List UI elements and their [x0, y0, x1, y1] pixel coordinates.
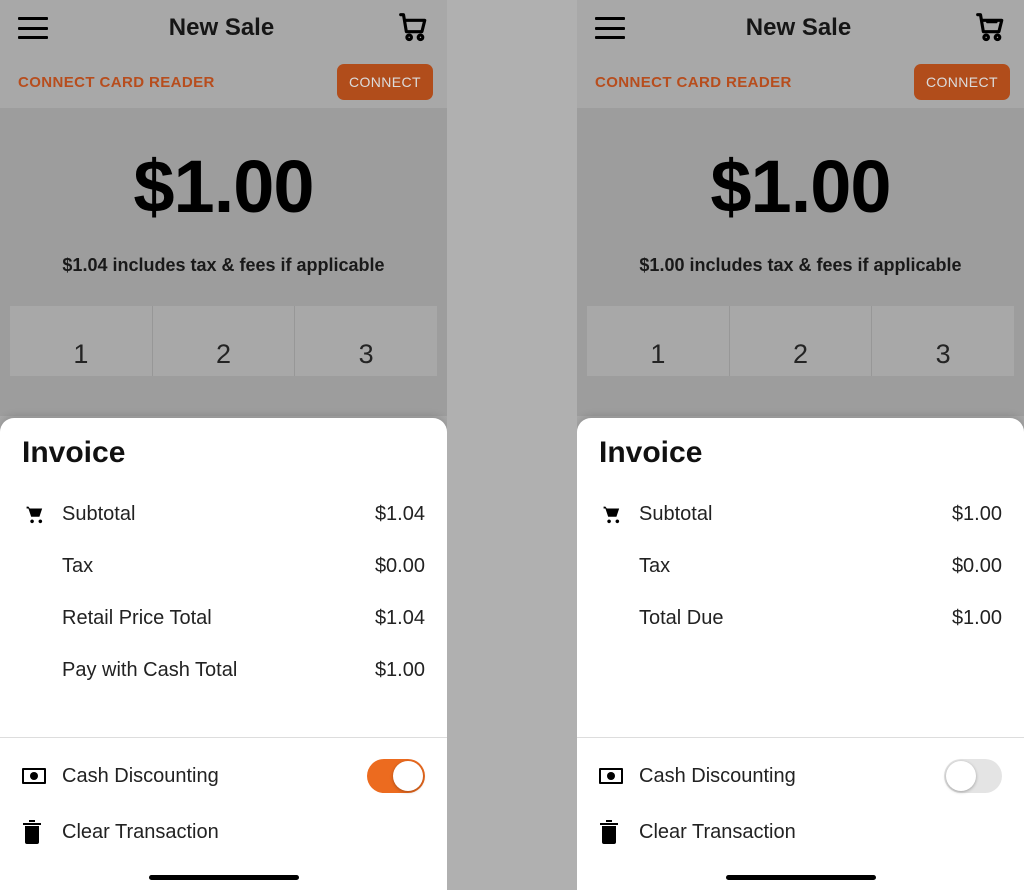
cash-discounting-row[interactable]: Cash Discounting: [22, 748, 425, 804]
keypad-row: 1 2 3: [587, 306, 1014, 376]
clear-transaction-row[interactable]: Clear Transaction: [599, 804, 1002, 860]
cash-discounting-label: Cash Discounting: [62, 765, 367, 788]
invoice-value: $1.00: [345, 659, 425, 682]
connect-bar: CONNECT CARD READER CONNECT: [577, 56, 1024, 108]
cart-icon[interactable]: [972, 9, 1006, 48]
invoice-label: Tax: [62, 555, 345, 578]
keypad-key-1[interactable]: 1: [10, 306, 153, 376]
cart-item-icon: [22, 503, 62, 525]
connect-card-reader-label: CONNECT CARD READER: [595, 74, 792, 91]
keypad-key-3[interactable]: 3: [872, 306, 1014, 376]
keypad-key-2[interactable]: 2: [730, 306, 873, 376]
invoice-value: $0.00: [922, 555, 1002, 578]
invoice-row: Tax $0.00: [22, 540, 425, 592]
cash-discounting-toggle[interactable]: [944, 759, 1002, 793]
invoice-value: $0.00: [345, 555, 425, 578]
invoice-label: Total Due: [639, 607, 922, 630]
invoice-title: Invoice: [22, 436, 425, 470]
invoice-row: Retail Price Total $1.04: [22, 592, 425, 644]
invoice-value: $1.04: [345, 503, 425, 526]
cash-discounting-toggle[interactable]: [367, 759, 425, 793]
invoice-title: Invoice: [599, 436, 1002, 470]
trash-icon: [22, 820, 62, 844]
amount-display: $1.00: [10, 144, 437, 229]
keypad-key-2[interactable]: 2: [153, 306, 296, 376]
footer-actions: Cash Discounting Clear Transaction: [22, 738, 425, 890]
invoice-row: Total Due $1.00: [599, 592, 1002, 644]
page-title: New Sale: [746, 14, 851, 42]
invoice-rows: Subtotal $1.00 Tax $0.00 Total Due $1.00: [599, 488, 1002, 737]
trash-icon: [599, 820, 639, 844]
top-bar: New Sale: [0, 0, 447, 56]
cash-icon: [22, 767, 62, 785]
screen-gap: [447, 0, 577, 890]
clear-transaction-row[interactable]: Clear Transaction: [22, 804, 425, 860]
invoice-label: Subtotal: [62, 503, 345, 526]
amount-subtext: $1.00 includes tax & fees if applicable: [587, 255, 1014, 276]
connect-card-reader-label: CONNECT CARD READER: [18, 74, 215, 91]
invoice-rows: Subtotal $1.04 Tax $0.00 Retail Price To…: [22, 488, 425, 737]
invoice-row: Tax $0.00: [599, 540, 1002, 592]
top-bar: New Sale: [577, 0, 1024, 56]
cash-icon: [599, 767, 639, 785]
invoice-label: Pay with Cash Total: [62, 659, 345, 682]
amount-area: $1.00 $1.04 includes tax & fees if appli…: [0, 108, 447, 416]
invoice-value: $1.00: [922, 607, 1002, 630]
menu-icon[interactable]: [18, 17, 48, 39]
invoice-label: Tax: [639, 555, 922, 578]
screen-left: New Sale CONNECT CARD READER CONNECT $1.…: [0, 0, 447, 890]
invoice-row: Pay with Cash Total $1.00: [22, 644, 425, 696]
keypad-key-3[interactable]: 3: [295, 306, 437, 376]
connect-button[interactable]: CONNECT: [914, 64, 1010, 100]
connect-bar: CONNECT CARD READER CONNECT: [0, 56, 447, 108]
invoice-row: Subtotal $1.00: [599, 488, 1002, 540]
footer-actions: Cash Discounting Clear Transaction: [599, 738, 1002, 890]
invoice-row: Subtotal $1.04: [22, 488, 425, 540]
menu-icon[interactable]: [595, 17, 625, 39]
keypad-key-1[interactable]: 1: [587, 306, 730, 376]
cart-item-icon: [599, 503, 639, 525]
screen-right: New Sale CONNECT CARD READER CONNECT $1.…: [577, 0, 1024, 890]
invoice-value: $1.00: [922, 503, 1002, 526]
keypad-row: 1 2 3: [10, 306, 437, 376]
invoice-label: Retail Price Total: [62, 607, 345, 630]
connect-button[interactable]: CONNECT: [337, 64, 433, 100]
clear-transaction-label: Clear Transaction: [639, 821, 1002, 844]
home-indicator[interactable]: [149, 875, 299, 880]
cash-discounting-label: Cash Discounting: [639, 765, 944, 788]
amount-area: $1.00 $1.00 includes tax & fees if appli…: [577, 108, 1024, 416]
invoice-sheet: Invoice Subtotal $1.04 Tax $0.00 Retail …: [0, 418, 447, 890]
amount-subtext: $1.04 includes tax & fees if applicable: [10, 255, 437, 276]
amount-display: $1.00: [587, 144, 1014, 229]
cash-discounting-row[interactable]: Cash Discounting: [599, 748, 1002, 804]
home-indicator[interactable]: [726, 875, 876, 880]
clear-transaction-label: Clear Transaction: [62, 821, 425, 844]
cart-icon[interactable]: [395, 9, 429, 48]
invoice-value: $1.04: [345, 607, 425, 630]
page-title: New Sale: [169, 14, 274, 42]
invoice-label: Subtotal: [639, 503, 922, 526]
invoice-sheet: Invoice Subtotal $1.00 Tax $0.00 Total D…: [577, 418, 1024, 890]
